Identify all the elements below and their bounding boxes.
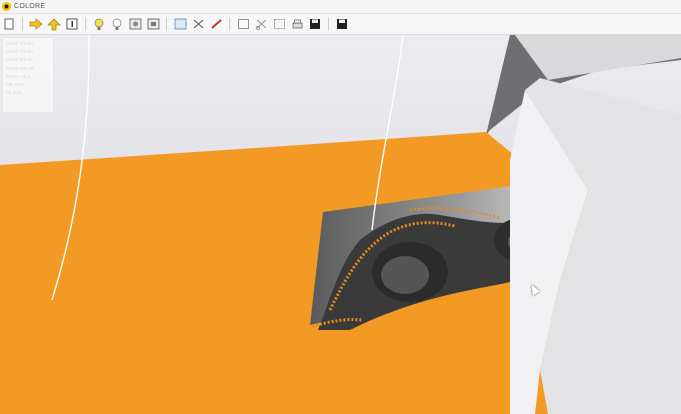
arrow-up-icon[interactable] bbox=[47, 17, 61, 31]
toolbar-separator bbox=[166, 17, 167, 31]
arrow-right-icon[interactable] bbox=[29, 17, 43, 31]
readout-line: ASSE Z/0.00 bbox=[6, 57, 33, 63]
bulb-off-icon[interactable] bbox=[110, 17, 124, 31]
save-as-icon[interactable] bbox=[335, 17, 349, 31]
radiation-icon bbox=[2, 2, 11, 11]
window-title: COLORE bbox=[14, 3, 46, 10]
scissors-icon[interactable] bbox=[191, 17, 205, 31]
readout-line: Vel. 0.00 bbox=[6, 82, 24, 88]
info-icon[interactable] bbox=[65, 17, 79, 31]
camera-alt-icon[interactable] bbox=[146, 17, 160, 31]
toolbar-separator bbox=[328, 17, 329, 31]
camera-icon[interactable] bbox=[128, 17, 142, 31]
toolbar bbox=[0, 14, 681, 35]
bulb-on-icon[interactable] bbox=[92, 17, 106, 31]
readout-line: Vt. 0.00 bbox=[6, 90, 22, 96]
save-icon[interactable] bbox=[308, 17, 322, 31]
select-icon[interactable] bbox=[272, 17, 286, 31]
toolbar-separator bbox=[85, 17, 86, 31]
toolbar-separator bbox=[22, 17, 23, 31]
readout-line: ASSE W/0.00 bbox=[6, 65, 35, 71]
readout-line: ASSE A/0.0 bbox=[6, 73, 31, 79]
coordinate-readout: ASSE X/0.00 ASSE Y/0.00 ASSE Z/0.00 ASSE… bbox=[2, 37, 54, 113]
frame-icon[interactable] bbox=[236, 17, 250, 31]
window-icon[interactable] bbox=[173, 17, 187, 31]
readout-line: ASSE X/0.00 bbox=[6, 41, 33, 46]
pencil-icon[interactable] bbox=[209, 17, 223, 31]
toolbar-separator bbox=[229, 17, 230, 31]
readout-line: ASSE Y/0.00 bbox=[6, 49, 33, 55]
3d-viewport[interactable] bbox=[0, 35, 681, 414]
cut-icon[interactable] bbox=[254, 17, 268, 31]
window-title-bar: COLORE bbox=[0, 0, 681, 14]
printer-icon[interactable] bbox=[290, 17, 304, 31]
new-file-icon[interactable] bbox=[2, 17, 16, 31]
